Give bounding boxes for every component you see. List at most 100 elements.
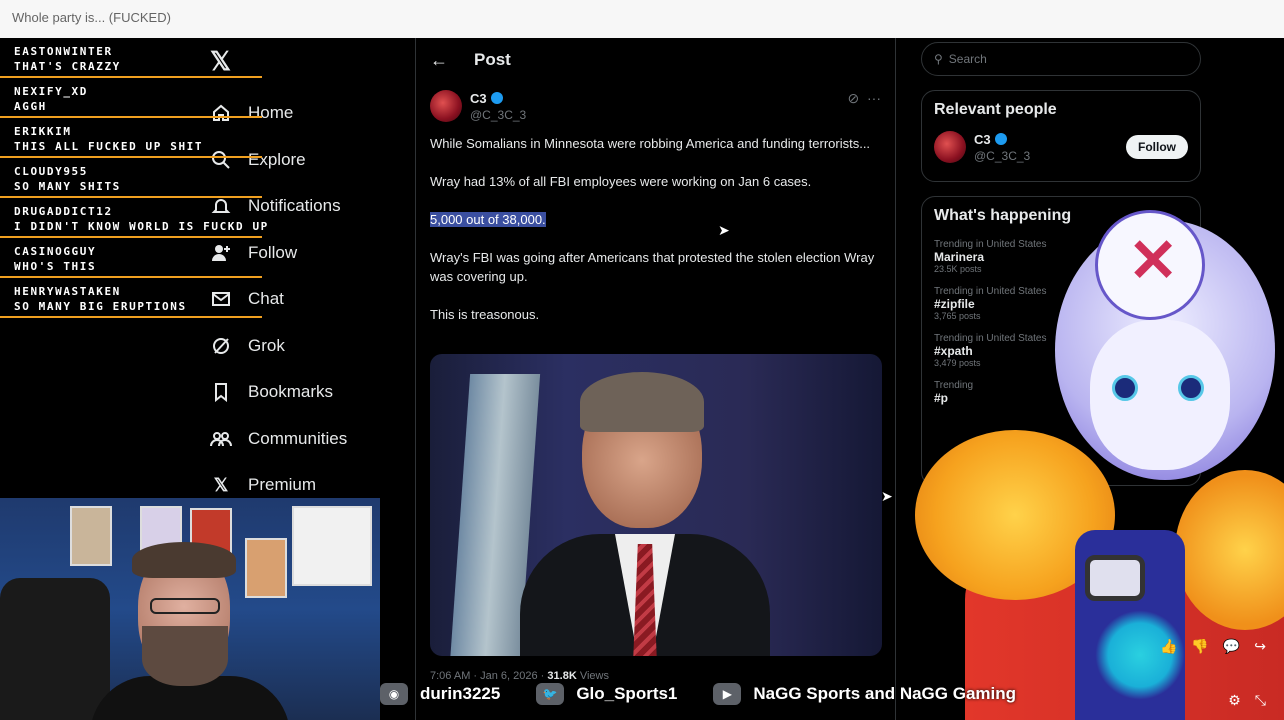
post-column: ← Post C3 @C_3C_3 ⊘ ··· While Somalians … [415,38,896,720]
ticker-name: Glo_Sports1 [576,684,678,703]
chat-username: CASINOGGUY [14,245,97,258]
x-icon: 𝕏 [213,474,229,495]
author-name: C3 [470,91,487,106]
person-name: C3 [974,132,991,147]
grok-icon [210,335,232,357]
social-ticker: ◉ durin3225 🐦 Glo_Sports1 ▶ NaGG Sports … [380,674,1284,714]
ticker-item: ◉ durin3225 [380,683,500,705]
mask-cross-icon: ✕ [1128,227,1179,294]
youtube-icon: ▶ [713,683,742,705]
person-handle: @C_3C_3 [974,149,1031,163]
chat-text: AGGH [14,100,47,113]
vtuber-mask: ✕ [1095,210,1205,320]
chat-text: THIS ALL FUCKED UP SHIT [14,140,204,153]
nav-item-bookmarks[interactable]: Bookmarks [210,369,410,416]
ticker-item: 🐦 Glo_Sports1 [536,683,677,705]
window-titlebar: Whole party is... (FUCKED) [0,0,1284,38]
ticker-item: ▶ NaGG Sports and NaGG Gaming [713,683,1016,705]
chat-text: THAT'S CRAZZY [14,60,121,73]
chat-text: WHO'S THIS [14,260,97,273]
post-author[interactable]: C3 @C_3C_3 [430,90,526,122]
follow-button[interactable]: Follow [1126,135,1188,159]
stream-chat-overlay: EASTONWINTER THAT'S CRAZZY NEXIFY_XD AGG… [0,44,290,324]
verified-badge-icon [490,92,503,104]
mouse-cursor-icon: ➤ [881,488,893,504]
post-paragraph-highlighted: 5,000 out of 38,000. [430,212,546,227]
chat-message: CASINOGGUY WHO'S THIS [0,244,290,278]
dislike-icon[interactable]: 👎 [1191,638,1208,655]
chat-text: SO MANY BIG ERUPTIONS [14,300,187,313]
chat-message: HENRYWASTAKEN SO MANY BIG ERUPTIONS [0,284,290,318]
page-title: Post [474,50,511,69]
search-icon: ⚲ [934,52,943,66]
chat-message: ERIKKIM THIS ALL FUCKED UP SHIT [0,124,290,158]
vtuber-eye [1112,375,1138,401]
twitter-icon: 🐦 [536,683,565,705]
poster-image-part [70,506,112,566]
poster-image-part [245,538,287,598]
search-placeholder: Search [948,52,987,66]
chat-divider [0,196,262,198]
relevant-person[interactable]: C3 @C_3C_3 Follow [922,127,1200,175]
video-actions: 👍 👎 💬 ↪ [1160,638,1266,655]
chat-divider [0,316,262,318]
like-icon[interactable]: 👍 [1160,638,1177,655]
avatar[interactable] [934,131,966,163]
discord-icon: ◉ [380,683,408,705]
chat-divider [0,276,262,278]
post-paragraph: While Somalians in Minnesota were robbin… [430,136,871,151]
verified-badge-icon [994,133,1007,145]
avatar[interactable] [430,90,462,122]
nav-label: Communities [248,428,348,448]
chat-message: EASTONWINTER THAT'S CRAZZY [0,44,290,78]
more-icon[interactable]: ··· [867,90,881,106]
post-paragraph: Wray's FBI was going after Americans tha… [430,250,875,284]
post-image[interactable] [430,354,882,656]
grok-icon[interactable]: ⊘ [847,90,859,106]
bookmark-icon [210,381,232,403]
post-body: While Somalians in Minnesota were robbin… [430,134,880,343]
webcam-overlay [0,498,380,720]
streamer-glasses-image-part [150,598,220,614]
communities-icon [210,428,232,450]
post-tools: ⊘ ··· [847,90,881,107]
chat-divider [0,236,262,238]
post-header: ← Post [416,38,895,82]
chat-message: CLOUDY955 SO MANY SHITS [0,164,290,198]
chat-divider [0,76,262,78]
chair-image-part [0,578,110,720]
hair-image-part [580,372,704,432]
comment-icon[interactable]: 💬 [1223,638,1240,655]
share-icon[interactable]: ↪ [1254,638,1266,655]
chat-divider [0,156,262,158]
ticker-name: durin3225 [420,684,501,703]
chat-message: DRUGADDICT12 I DIDN'T KNOW WORLD IS FUCK… [0,204,290,238]
search-input[interactable]: ⚲ Search [921,42,1201,76]
ticker-name: NaGG Sports and NaGG Gaming [753,684,1017,703]
vtuber-face [1090,320,1230,470]
chat-username: HENRYWASTAKEN [14,285,121,298]
mouse-cursor-icon: ➤ [718,222,730,238]
chat-text: SO MANY SHITS [14,180,121,193]
author-handle: @C_3C_3 [470,108,527,122]
post-paragraph: Wray had 13% of all FBI employees were w… [430,174,812,189]
chat-text: I DIDN'T KNOW WORLD IS FUCKD UP [14,220,269,233]
streamer-beard-image-part [142,626,228,686]
nav-item-grok[interactable]: Grok [210,323,410,370]
nav-label: Bookmarks [248,382,334,402]
vtuber-eye [1178,375,1204,401]
card-title: Relevant people [934,101,1057,118]
chat-username: EASTONWINTER [14,45,113,58]
window-title: Whole party is... (FUCKED) [12,10,171,25]
nav-item-communities[interactable]: Communities [210,416,410,463]
chat-username: CLOUDY955 [14,165,89,178]
chat-username: DRUGADDICT12 [14,205,113,218]
chat-username: NEXIFY_XD [14,85,89,98]
jersey-image-part [292,506,372,586]
post-paragraph: This is treasonous. [430,307,540,322]
nav-label: Grok [248,335,285,355]
chat-divider [0,116,262,118]
relevant-people-card: Relevant people C3 @C_3C_3 Follow [921,90,1201,182]
back-arrow-icon[interactable]: ← [430,50,448,71]
chat-message: NEXIFY_XD AGGH [0,84,290,118]
